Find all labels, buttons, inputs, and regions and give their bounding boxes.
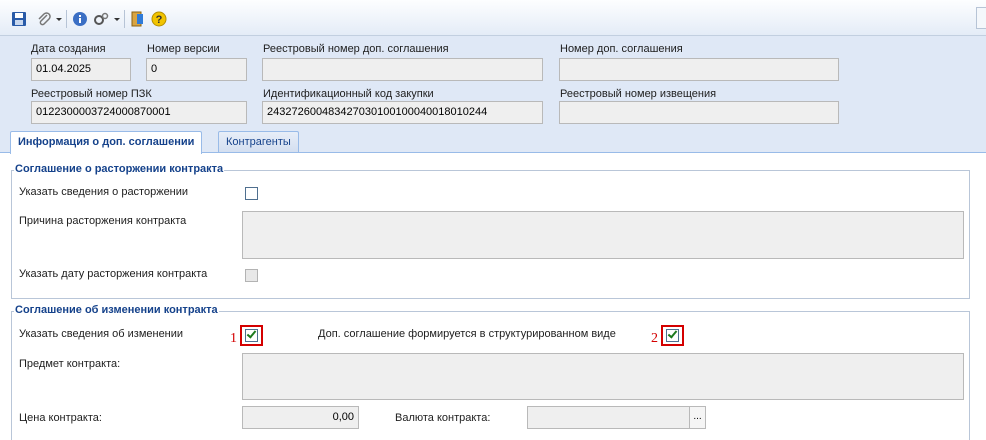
subject-field[interactable] bbox=[242, 353, 964, 400]
registry-number-label: Реестровый номер доп. соглашения bbox=[263, 43, 449, 55]
notice-label: Реестровый номер извещения bbox=[560, 88, 717, 100]
toolbar-separator bbox=[66, 10, 67, 28]
toolbar: ? bbox=[0, 0, 986, 36]
currency-field[interactable] bbox=[527, 406, 690, 429]
termination-specify-label: Указать сведения о расторжении bbox=[19, 186, 189, 198]
pzk-field[interactable]: 0122300003724000870001 bbox=[31, 101, 247, 124]
change-specify-checkbox[interactable] bbox=[245, 328, 258, 342]
toolbar-overflow[interactable] bbox=[976, 7, 986, 29]
price-field[interactable]: 0,00 bbox=[242, 406, 359, 429]
help-icon[interactable]: ? bbox=[151, 11, 167, 27]
callout-1: 1 bbox=[230, 331, 237, 346]
tab-agreement-info[interactable]: Информация о доп. соглашении bbox=[10, 131, 203, 154]
info-icon[interactable] bbox=[72, 11, 88, 27]
settings-icon[interactable] bbox=[93, 11, 109, 27]
termination-date-label: Указать дату расторжения контракта bbox=[19, 268, 208, 280]
attach-icon[interactable] bbox=[36, 11, 52, 27]
termination-date-checkbox[interactable] bbox=[245, 269, 258, 282]
currency-select-button[interactable]: ... bbox=[689, 406, 706, 429]
toolbar-separator bbox=[124, 10, 125, 28]
ikz-field[interactable]: 243272600483427030100100040018010244 bbox=[262, 101, 543, 124]
termination-reason-label: Причина расторжения контракта bbox=[19, 215, 187, 227]
notice-field[interactable] bbox=[559, 101, 839, 124]
check-icon bbox=[246, 328, 257, 339]
price-label: Цена контракта: bbox=[19, 412, 102, 424]
attach-dropdown-arrow[interactable] bbox=[56, 18, 62, 21]
svg-text:?: ? bbox=[156, 14, 163, 26]
change-specify-label: Указать сведения об изменении bbox=[19, 328, 184, 340]
termination-group-title: Соглашение о расторжении контракта bbox=[14, 163, 225, 175]
termination-specify-checkbox[interactable] bbox=[245, 187, 258, 200]
exit-icon[interactable] bbox=[130, 11, 146, 27]
ikz-label: Идентификационный код закупки bbox=[263, 88, 434, 100]
settings-dropdown-arrow[interactable] bbox=[114, 18, 120, 21]
structured-label: Доп. соглашение формируется в структурир… bbox=[318, 328, 616, 340]
agreement-number-label: Номер доп. соглашения bbox=[560, 43, 683, 55]
agreement-number-field[interactable] bbox=[559, 58, 839, 81]
save-icon[interactable] bbox=[11, 11, 27, 27]
check-icon bbox=[667, 328, 678, 339]
pzk-label: Реестровый номер ПЗК bbox=[31, 88, 152, 100]
registry-number-field[interactable] bbox=[262, 58, 543, 81]
change-group-title: Соглашение об изменении контракта bbox=[14, 304, 219, 316]
currency-label: Валюта контракта: bbox=[395, 412, 491, 424]
tab-counterparties[interactable]: Контрагенты bbox=[218, 131, 299, 153]
termination-reason-field[interactable] bbox=[242, 211, 964, 259]
subject-label: Предмет контракта: bbox=[19, 358, 121, 370]
callout-2: 2 bbox=[651, 331, 658, 346]
version-field[interactable]: 0 bbox=[146, 58, 247, 81]
structured-checkbox[interactable] bbox=[666, 328, 679, 342]
creation-date-label: Дата создания bbox=[31, 43, 106, 55]
version-label: Номер версии bbox=[147, 43, 220, 55]
creation-date-field[interactable]: 01.04.2025 bbox=[31, 58, 131, 81]
